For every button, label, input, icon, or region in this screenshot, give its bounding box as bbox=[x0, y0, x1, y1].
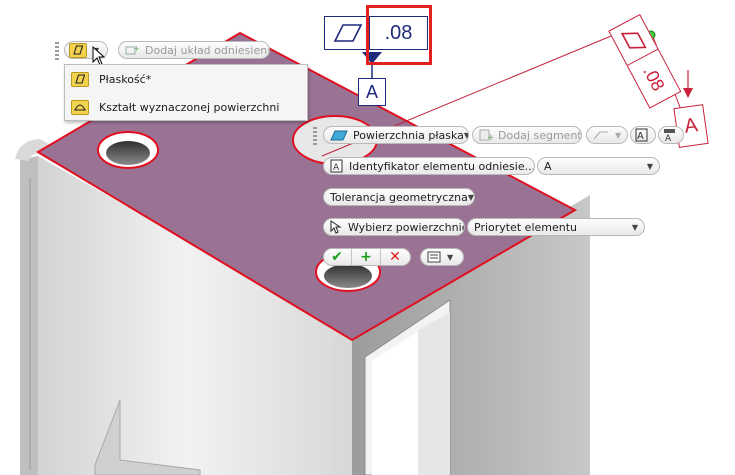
feature-priority-label: Priorytet elementu bbox=[474, 220, 578, 234]
add-datum-label: Dodaj układ odniesienia bbox=[145, 43, 270, 57]
datum-identifier-value-dropdown[interactable]: A ▼ bbox=[537, 157, 660, 175]
select-arrow-icon bbox=[330, 220, 342, 234]
hole-left bbox=[97, 131, 159, 169]
add-segment-icon: + bbox=[479, 129, 493, 141]
datum-label-text: A bbox=[365, 81, 378, 102]
ok-button[interactable]: ✔ bbox=[326, 249, 348, 265]
datum-symbol-icon: A bbox=[663, 128, 679, 142]
datum-identifier-dropdown[interactable]: A Identyfikator elementu odniesie... ▼ bbox=[323, 157, 535, 175]
chevron-down-icon: ▼ bbox=[464, 131, 468, 140]
select-surfaces-label: Wybierz powierzchnie bbox=[348, 220, 465, 234]
add-segment-label: Dodaj segment bbox=[498, 128, 582, 142]
fcf-highlight-box bbox=[366, 5, 432, 65]
add-datum-button[interactable]: + Dodaj układ odniesienia bbox=[118, 41, 270, 59]
profile-of-surface-icon bbox=[71, 99, 89, 115]
datum-style-button[interactable]: A bbox=[658, 126, 684, 144]
chevron-down-icon: ▼ bbox=[467, 192, 474, 202]
flatness-icon bbox=[333, 24, 363, 42]
datum-identifier-value: A bbox=[544, 159, 552, 173]
mini-toolbar-grip[interactable] bbox=[313, 127, 317, 145]
datum-identifier-label: Identyfikator elementu odniesie... bbox=[349, 159, 535, 173]
toolbar-grip[interactable] bbox=[55, 42, 59, 60]
datum-label-right-text: A bbox=[682, 113, 700, 138]
chevron-down-icon: ▼ bbox=[615, 130, 622, 140]
cancel-button[interactable]: ✕ bbox=[384, 249, 406, 265]
fcf-symbol-cell bbox=[324, 16, 370, 50]
add-segment-button[interactable]: + Dodaj segment bbox=[472, 126, 582, 144]
surface-type-dropdown[interactable]: Powierzchnia płaska ▼ bbox=[323, 126, 469, 144]
chevron-down-icon: ▼ bbox=[631, 222, 638, 232]
flatness-icon bbox=[71, 71, 89, 87]
planar-surface-icon bbox=[330, 129, 348, 141]
text-annotation-button[interactable]: A bbox=[630, 126, 656, 144]
datum-identifier-icon: A bbox=[330, 159, 344, 173]
svg-text:A: A bbox=[665, 134, 672, 142]
menu-item-label: Kształt wyznaczonej powierzchni bbox=[99, 100, 280, 114]
svg-text:+: + bbox=[133, 44, 140, 53]
menu-item-label: Płaskość* bbox=[99, 72, 152, 86]
text-edit-icon: A bbox=[635, 128, 651, 142]
menu-item-profile-of-surface[interactable]: Kształt wyznaczonej powierzchni bbox=[65, 93, 307, 121]
options-menu-button[interactable]: ▼ bbox=[420, 248, 464, 266]
mouse-cursor-icon bbox=[92, 46, 106, 66]
chevron-down-icon: ▼ bbox=[447, 252, 454, 262]
chevron-down-icon: ▼ bbox=[646, 161, 653, 171]
menu-item-flatness[interactable]: Płaskość* bbox=[65, 65, 307, 93]
segment-style-dropdown[interactable]: ▼ bbox=[586, 126, 628, 144]
select-surfaces-button[interactable]: Wybierz powierzchnie bbox=[323, 218, 465, 236]
apply-add-button[interactable]: + bbox=[355, 249, 377, 265]
fcf-right-tolerance-value: .08 bbox=[639, 62, 670, 95]
leader-arrow-right bbox=[683, 70, 693, 98]
svg-text:+: + bbox=[487, 133, 493, 141]
svg-text:A: A bbox=[637, 131, 644, 142]
svg-text:A: A bbox=[333, 163, 340, 173]
geometric-tolerance-label: Tolerancja geometryczna bbox=[330, 190, 468, 204]
action-buttons-group: ✔ + ✕ bbox=[323, 248, 411, 266]
flatness-icon bbox=[69, 42, 87, 58]
feature-priority-dropdown[interactable]: Priorytet elementu ▼ bbox=[467, 218, 645, 236]
surface-type-label: Powierzchnia płaska bbox=[353, 128, 464, 142]
geometric-tolerance-dropdown[interactable]: Tolerancja geometryczna ▼ bbox=[323, 188, 475, 206]
datum-label-box[interactable]: A bbox=[358, 78, 386, 106]
add-datum-icon: + bbox=[125, 44, 141, 56]
line-style-icon bbox=[593, 130, 609, 140]
shape-dropdown-menu: Płaskość* Kształt wyznaczonej powierzchn… bbox=[64, 64, 308, 121]
list-menu-icon bbox=[427, 251, 441, 263]
